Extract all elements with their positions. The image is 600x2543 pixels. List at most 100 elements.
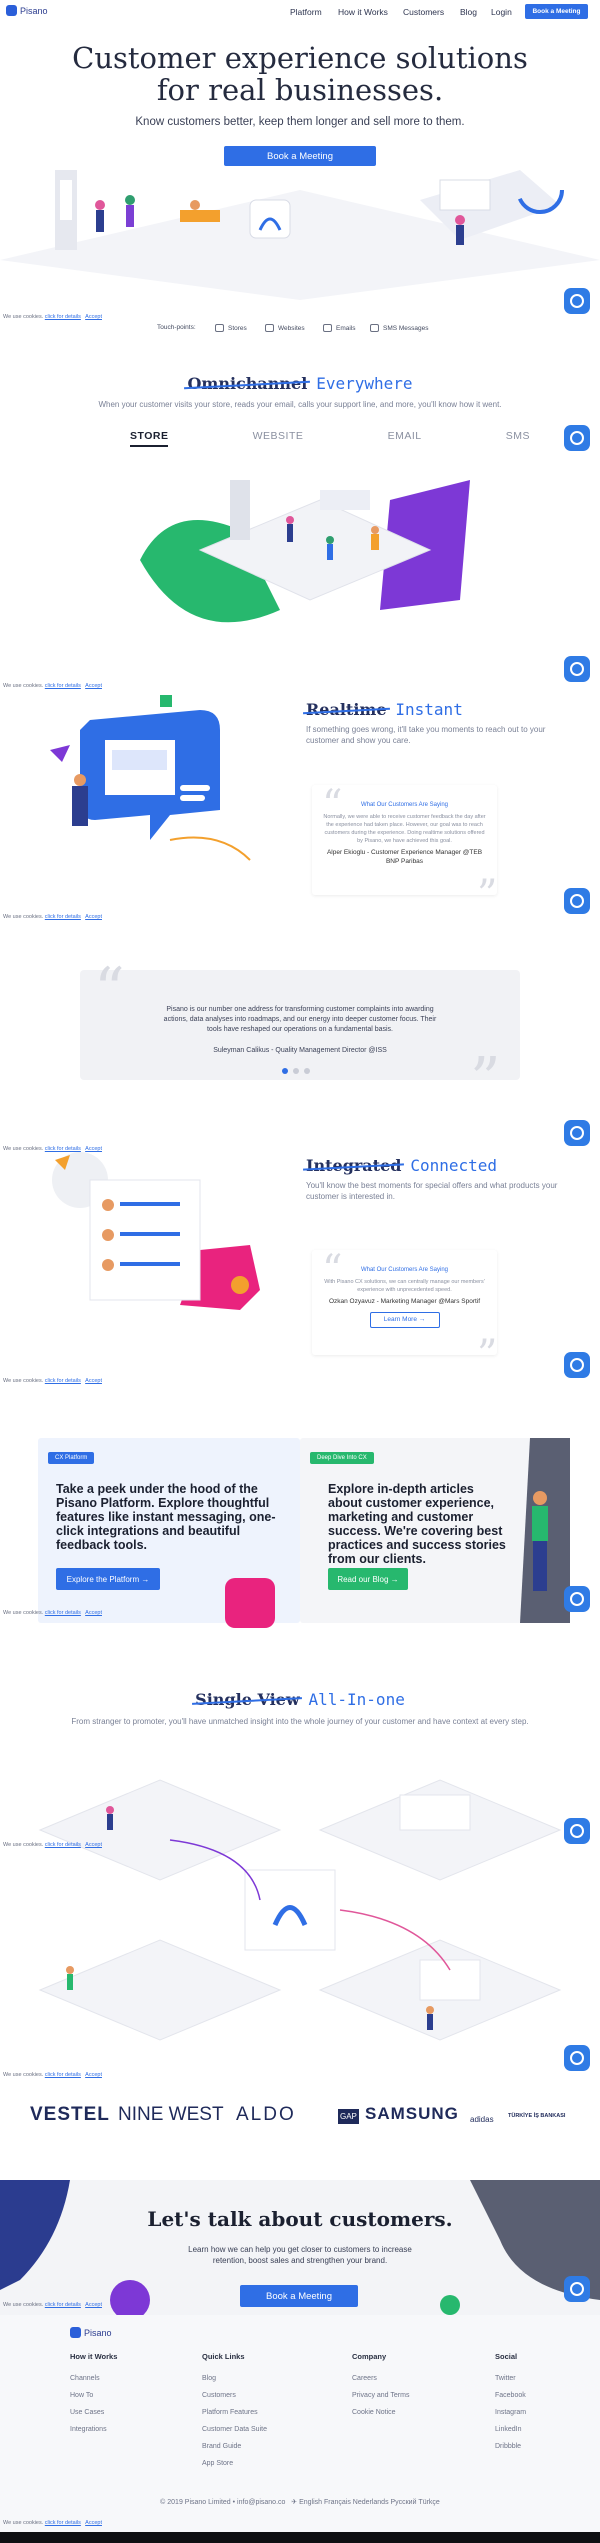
footer-link-linkedin[interactable]: LinkedIn: [495, 2421, 526, 2438]
chat-widget-button[interactable]: [564, 656, 590, 682]
footer-col-title: Quick Links: [202, 2352, 245, 2361]
nav-customers[interactable]: Customers: [403, 7, 444, 17]
open-quote-icon: “: [94, 955, 125, 1025]
pink-blob-decoration: [225, 1578, 275, 1628]
footer-link-blog[interactable]: Blog: [202, 2370, 267, 2387]
cookie-accept-link[interactable]: Accept: [85, 2520, 102, 2526]
footer-link-customer-data-suite[interactable]: Customer Data Suite: [202, 2421, 267, 2438]
language-links[interactable]: English Français Nederlands Русский Türk…: [299, 2499, 440, 2506]
nav-book-meeting-button[interactable]: Book a Meeting: [525, 4, 588, 19]
footer-link-use-cases[interactable]: Use Cases: [70, 2404, 117, 2421]
cx-platform-pill: CX Platform: [48, 1452, 95, 1464]
tab-sms[interactable]: SMS: [506, 430, 530, 447]
tab-website[interactable]: WEBSITE: [253, 430, 304, 447]
touchpoint-websites[interactable]: Websites: [265, 324, 305, 332]
footer-link-cookie-notice[interactable]: Cookie Notice: [352, 2404, 409, 2421]
realtime-text: If something goes wrong, it'll take you …: [306, 725, 546, 745]
logo[interactable]: Pisano: [6, 5, 48, 16]
footer-col-how-it-works: How it Works Channels How To Use Cases I…: [70, 2352, 117, 2438]
footer-link-brand-guide[interactable]: Brand Guide: [202, 2438, 267, 2455]
footer-link-channels[interactable]: Channels: [70, 2370, 117, 2387]
chat-icon: [570, 2051, 584, 2065]
cookie-details-link[interactable]: click for details: [45, 2520, 81, 2526]
chat-icon: [570, 431, 584, 445]
chat-icon: [570, 1126, 584, 1140]
footer-link-careers[interactable]: Careers: [352, 2370, 409, 2387]
cookie-accept-link[interactable]: Accept: [85, 2302, 102, 2308]
footer-link-privacy[interactable]: Privacy and Terms: [352, 2387, 409, 2404]
tab-email[interactable]: EMAIL: [388, 430, 422, 447]
chat-icon: [570, 1824, 584, 1838]
cookie-accept-link[interactable]: Accept: [85, 1842, 102, 1848]
quote-heading: What Our Customers Are Saying: [360, 1267, 449, 1273]
footer-link-how-to[interactable]: How To: [70, 2387, 117, 2404]
touchpoint-sms[interactable]: SMS Messages: [370, 324, 429, 332]
cookie-details-link[interactable]: click for details: [45, 1378, 81, 1384]
chat-widget-button[interactable]: [564, 888, 590, 914]
cookie-details-link[interactable]: click for details: [45, 2302, 81, 2308]
read-blog-button[interactable]: Read our Blog →: [328, 1568, 408, 1590]
carousel-dot-3[interactable]: [304, 1068, 310, 1074]
brand-adidas: adidas: [470, 2115, 494, 2124]
cookie-accept-link[interactable]: Accept: [85, 314, 102, 320]
touchpoint-stores[interactable]: Stores: [215, 324, 247, 332]
chat-widget-button[interactable]: [564, 1586, 590, 1612]
cookie-accept-link[interactable]: Accept: [85, 1378, 102, 1384]
cookie-details-link[interactable]: click for details: [45, 2072, 81, 2078]
deep-dive-pill: Deep Dive Into CX: [310, 1452, 374, 1464]
person-illustration: [520, 1438, 570, 1623]
learn-more-button[interactable]: Learn More →: [369, 1312, 440, 1328]
footer-link-facebook[interactable]: Facebook: [495, 2387, 526, 2404]
cookie-accept-link[interactable]: Accept: [85, 683, 102, 689]
chat-widget-button[interactable]: [564, 288, 590, 314]
cookie-accept-link[interactable]: Accept: [85, 914, 102, 920]
brand-vestel: VESTEL: [30, 2104, 110, 2125]
footer-link-integrations[interactable]: Integrations: [70, 2421, 117, 2438]
testimonial-author: Suleyman Calikus - Quality Management Di…: [213, 1047, 387, 1054]
nav-platform[interactable]: Platform: [290, 7, 322, 17]
cookie-details-link[interactable]: click for details: [45, 683, 81, 689]
nav-how-it-works[interactable]: How it Works: [338, 7, 388, 17]
chat-widget-button[interactable]: [564, 2276, 590, 2302]
talk-book-meeting-button[interactable]: Book a Meeting: [240, 2285, 358, 2307]
cookie-accept-link[interactable]: Accept: [85, 2072, 102, 2078]
chat-icon: [570, 1592, 584, 1606]
cookie-details-link[interactable]: click for details: [45, 1842, 81, 1848]
footer-link-app-store[interactable]: App Store: [202, 2455, 267, 2472]
footer-link-twitter[interactable]: Twitter: [495, 2370, 526, 2387]
cookie-notice: We use cookies. click for details Accept: [3, 914, 102, 920]
chat-widget-button[interactable]: [564, 2045, 590, 2071]
talk-text: Learn how we can help you get closer to …: [188, 2245, 412, 2265]
connected-quote-card: “ What Our Customers Are Saying With Pis…: [312, 1250, 497, 1375]
brand-isbank: TÜRKİYE İŞ BANKASI: [508, 2113, 566, 2119]
cookie-notice: We use cookies. click for details Accept: [3, 683, 102, 689]
cookie-accept-link[interactable]: Accept: [85, 1610, 102, 1616]
bottom-bar: [0, 2532, 600, 2543]
cookie-notice: We use cookies. click for details Accept: [3, 2302, 102, 2308]
nav-blog[interactable]: Blog: [460, 7, 477, 17]
explore-platform-button[interactable]: Explore the Platform →: [56, 1568, 160, 1590]
footer-col-title: Social: [495, 2352, 518, 2361]
connected-illustration: [52, 1152, 260, 1310]
carousel-dot-1[interactable]: [282, 1068, 288, 1074]
nav-login[interactable]: Login: [491, 7, 512, 17]
open-quote-icon: “: [322, 782, 343, 828]
chat-widget-button[interactable]: [564, 425, 590, 451]
cookie-notice: We use cookies. click for details Accept: [3, 2520, 102, 2526]
connected-text: You'll know the best moments for special…: [306, 1181, 558, 1201]
footer-logo[interactable]: Pisano: [70, 2327, 112, 2338]
cookie-details-link[interactable]: click for details: [45, 914, 81, 920]
touchpoint-emails[interactable]: Emails: [323, 324, 356, 332]
chat-widget-button[interactable]: [564, 1120, 590, 1146]
carousel-dot-2[interactable]: [293, 1068, 299, 1074]
footer-link-customers[interactable]: Customers: [202, 2387, 267, 2404]
chat-widget-button[interactable]: [564, 1818, 590, 1844]
cookie-details-link[interactable]: click for details: [45, 314, 81, 320]
footer-link-dribbble[interactable]: Dribbble: [495, 2438, 526, 2455]
cookie-details-link[interactable]: click for details: [45, 1610, 81, 1616]
footer-link-instagram[interactable]: Instagram: [495, 2404, 526, 2421]
blog-card-title: Explore in-depth articles about customer…: [328, 1482, 506, 1566]
tab-store[interactable]: STORE: [130, 430, 169, 447]
footer-link-platform-features[interactable]: Platform Features: [202, 2404, 267, 2421]
chat-widget-button[interactable]: [564, 1352, 590, 1378]
